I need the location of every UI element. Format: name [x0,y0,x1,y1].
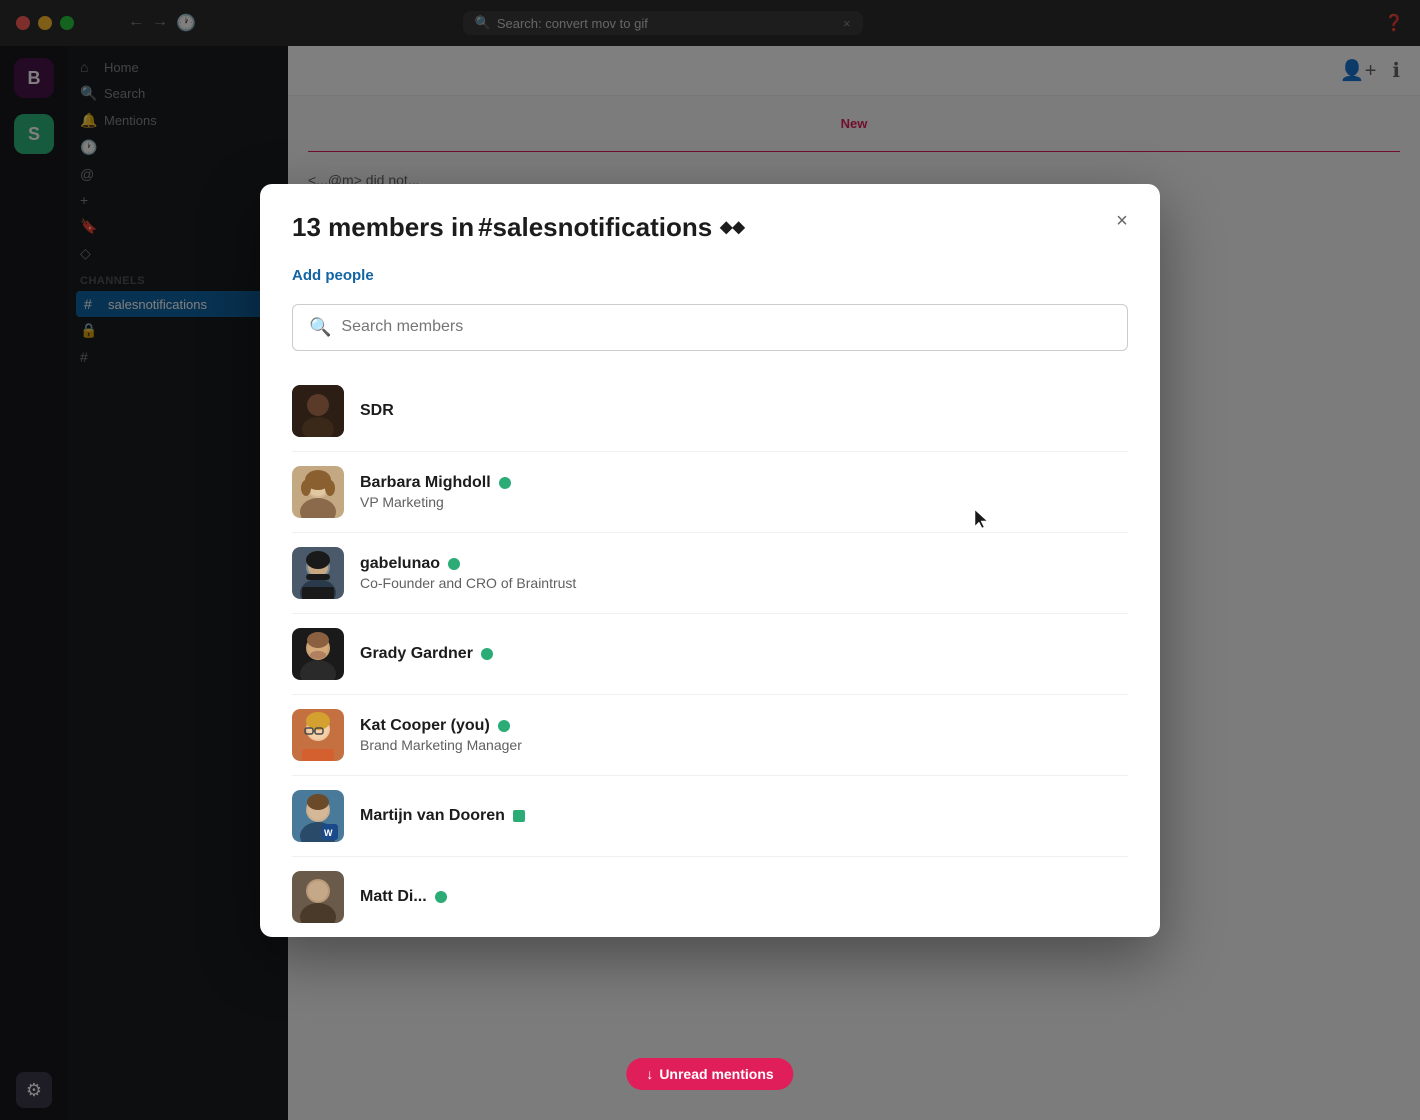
member-name-row: Kat Cooper (you) [360,717,1128,735]
avatar [292,628,344,680]
channel-name: #salesnotifications [478,212,712,243]
member-info: Grady Gardner [360,645,1128,663]
status-indicator [481,648,493,660]
status-indicator [498,720,510,732]
list-item: Barbara Mighdoll VP Marketing [292,452,1128,533]
member-name: Martijn van Dooren [360,807,505,825]
status-indicator [499,477,511,489]
search-icon: 🔍 [309,317,331,338]
member-info: Kat Cooper (you) Brand Marketing Manager [360,717,1128,753]
avatar [292,547,344,599]
unread-mentions-label: Unread mentions [659,1066,773,1082]
arrow-down-icon: ↓ [646,1066,653,1082]
member-name-row: Barbara Mighdoll [360,474,1128,492]
members-modal: 13 members in #salesnotifications ◆◆ × Ad… [260,184,1160,937]
avatar [292,709,344,761]
member-role: VP Marketing [360,494,1128,510]
list-item: Grady Gardner [292,614,1128,695]
close-icon: × [1116,210,1128,233]
svg-text:W: W [324,828,333,838]
member-info: Barbara Mighdoll VP Marketing [360,474,1128,510]
member-name-row: Grady Gardner [360,645,1128,663]
status-indicator [513,810,525,822]
member-count-prefix: 13 members in [292,212,474,243]
avatar [292,871,344,923]
member-name-row: gabelunao [360,555,1128,573]
list-item: Kat Cooper (you) Brand Marketing Manager [292,695,1128,776]
member-info: gabelunao Co-Founder and CRO of Braintru… [360,555,1128,591]
member-name-row: Matt Di... [360,888,1128,906]
member-name: SDR [360,402,394,420]
status-indicator [435,891,447,903]
member-info: Martijn van Dooren [360,807,1128,825]
add-people-container: Add people [260,263,1160,304]
member-name-row: SDR [360,402,1128,420]
search-container: 🔍 [260,304,1160,371]
member-name: Matt Di... [360,888,427,906]
modal-overlay[interactable]: 13 members in #salesnotifications ◆◆ × Ad… [0,0,1420,1120]
member-name: Barbara Mighdoll [360,474,491,492]
search-members-input[interactable] [341,318,1111,336]
add-people-button[interactable]: Add people [292,263,374,288]
modal-header: 13 members in #salesnotifications ◆◆ × [260,184,1160,263]
avatar [292,385,344,437]
member-name: gabelunao [360,555,440,573]
members-list: SDR [260,371,1160,937]
modal-close-button[interactable]: × [1104,204,1140,240]
channel-diamond-icon: ◆◆ [720,217,745,237]
member-info: SDR [360,402,1128,420]
list-item: gabelunao Co-Founder and CRO of Braintru… [292,533,1128,614]
unread-mentions-button[interactable]: ↓ Unread mentions [626,1058,793,1090]
list-item: W Martijn van Dooren [292,776,1128,857]
member-name-row: Martijn van Dooren [360,807,1128,825]
modal-title: 13 members in #salesnotifications ◆◆ [292,212,1128,243]
status-indicator [448,558,460,570]
avatar [292,466,344,518]
member-name: Grady Gardner [360,645,473,663]
member-info: Matt Di... [360,888,1128,906]
member-role: Co-Founder and CRO of Braintrust [360,575,1128,591]
avatar: W [292,790,344,842]
search-box: 🔍 [292,304,1128,351]
list-item: Matt Di... [292,857,1128,937]
list-item: SDR [292,371,1128,452]
member-name: Kat Cooper (you) [360,717,490,735]
member-role: Brand Marketing Manager [360,737,1128,753]
